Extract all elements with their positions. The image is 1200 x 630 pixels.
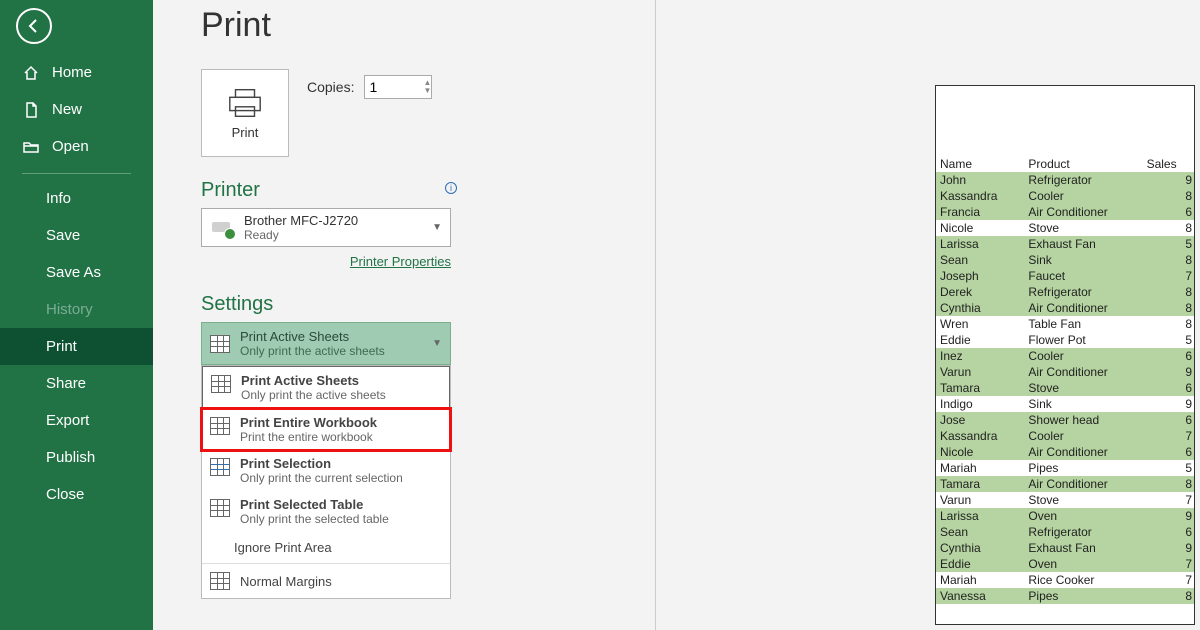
table-row: IndigoSink9 bbox=[936, 396, 1194, 412]
table-row: LarissaExhaust Fan5 bbox=[936, 236, 1194, 252]
table-row: EddieFlower Pot5 bbox=[936, 332, 1194, 348]
table-row: FranciaAir Conditioner6 bbox=[936, 204, 1194, 220]
nav-separator bbox=[22, 173, 131, 174]
copies-spinner[interactable]: ▲ ▼ bbox=[364, 75, 432, 99]
table-row: MariahRice Cooker7 bbox=[936, 572, 1194, 588]
table-row: LarissaOven9 bbox=[936, 508, 1194, 524]
backstage-sidebar: Home New Open Info Save Save As History … bbox=[0, 0, 153, 630]
print-what-dropdown[interactable]: Print Active Sheets Only print the activ… bbox=[201, 322, 451, 365]
printer-name: Brother MFC-J2720 bbox=[244, 213, 432, 228]
table-row: JosephFaucet7 bbox=[936, 268, 1194, 284]
chevron-down-icon: ▼ bbox=[432, 222, 442, 233]
table-row: MariahPipes5 bbox=[936, 460, 1194, 476]
table-row: NicoleAir Conditioner6 bbox=[936, 444, 1194, 460]
nav-publish[interactable]: Publish bbox=[0, 439, 153, 476]
nav-export[interactable]: Export bbox=[0, 402, 153, 439]
document-icon bbox=[22, 102, 40, 118]
print-button-label: Print bbox=[232, 125, 259, 140]
printer-status: Ready bbox=[244, 228, 432, 242]
table-row: KassandraCooler7 bbox=[936, 428, 1194, 444]
preview-table: Name Product Sales JohnRefrigerator9Kass… bbox=[936, 156, 1194, 604]
sheet-grid-icon bbox=[210, 335, 230, 353]
table-row: InezCooler6 bbox=[936, 348, 1194, 364]
table-row: TamaraAir Conditioner8 bbox=[936, 476, 1194, 492]
nav-label: New bbox=[52, 101, 82, 118]
copies-label: Copies: bbox=[307, 79, 354, 95]
nav-print[interactable]: Print bbox=[0, 328, 153, 365]
option-print-entire-workbook[interactable]: Print Entire WorkbookPrint the entire wo… bbox=[202, 409, 450, 450]
table-row: CynthiaAir Conditioner8 bbox=[936, 300, 1194, 316]
sheet-grid-icon bbox=[210, 458, 230, 476]
printer-status-icon bbox=[210, 218, 234, 238]
table-row: CynthiaExhaust Fan9 bbox=[936, 540, 1194, 556]
spin-down-icon[interactable]: ▼ bbox=[424, 87, 432, 95]
folder-open-icon bbox=[22, 139, 40, 155]
option-print-active-sheets[interactable]: Print Active SheetsOnly print the active… bbox=[202, 366, 450, 409]
option-print-selected-table[interactable]: Print Selected TableOnly print the selec… bbox=[202, 491, 450, 532]
print-preview: Name Product Sales JohnRefrigerator9Kass… bbox=[935, 85, 1195, 625]
print-what-options: Print Active SheetsOnly print the active… bbox=[201, 365, 451, 599]
info-icon[interactable]: i bbox=[445, 182, 457, 194]
nav-info[interactable]: Info bbox=[0, 180, 153, 217]
print-button[interactable]: Print bbox=[201, 69, 289, 157]
option-ignore-print-area[interactable]: Ignore Print Area bbox=[202, 532, 450, 564]
nav-label: Home bbox=[52, 64, 92, 81]
nav-close[interactable]: Close bbox=[0, 476, 153, 513]
sheet-grid-icon bbox=[210, 417, 230, 435]
option-print-selection[interactable]: Print SelectionOnly print the current se… bbox=[202, 450, 450, 491]
table-row: VanessaPipes8 bbox=[936, 588, 1194, 604]
margins-icon bbox=[210, 572, 230, 590]
nav-label: Open bbox=[52, 138, 89, 155]
table-row: VarunAir Conditioner9 bbox=[936, 364, 1194, 380]
table-row: SeanSink8 bbox=[936, 252, 1194, 268]
nav-open[interactable]: Open bbox=[0, 128, 153, 165]
chevron-down-icon: ▼ bbox=[432, 338, 442, 349]
table-row: SeanRefrigerator6 bbox=[936, 524, 1194, 540]
copies-input[interactable] bbox=[365, 79, 413, 95]
table-row: NicoleStove8 bbox=[936, 220, 1194, 236]
nav-home[interactable]: Home bbox=[0, 54, 153, 91]
sheet-grid-icon bbox=[210, 499, 230, 517]
printer-properties-link[interactable]: Printer Properties bbox=[350, 254, 451, 269]
page-title: Print bbox=[201, 6, 1200, 45]
nav-history: History bbox=[0, 291, 153, 328]
printer-icon bbox=[226, 87, 264, 119]
nav-save[interactable]: Save bbox=[0, 217, 153, 254]
nav-new[interactable]: New bbox=[0, 91, 153, 128]
table-row: KassandraCooler8 bbox=[936, 188, 1194, 204]
printer-dropdown[interactable]: Brother MFC-J2720 Ready ▼ bbox=[201, 208, 451, 247]
arrow-left-icon bbox=[26, 18, 42, 34]
table-row: WrenTable Fan8 bbox=[936, 316, 1194, 332]
back-button[interactable] bbox=[16, 8, 52, 44]
home-icon bbox=[22, 65, 40, 81]
sheet-grid-icon bbox=[211, 375, 231, 393]
nav-share[interactable]: Share bbox=[0, 365, 153, 402]
table-row: VarunStove7 bbox=[936, 492, 1194, 508]
table-row: DerekRefrigerator8 bbox=[936, 284, 1194, 300]
table-row: JoseShower head6 bbox=[936, 412, 1194, 428]
table-row: JohnRefrigerator9 bbox=[936, 172, 1194, 188]
vertical-divider bbox=[655, 0, 656, 630]
table-row: TamaraStove6 bbox=[936, 380, 1194, 396]
nav-save-as[interactable]: Save As bbox=[0, 254, 153, 291]
margins-dropdown[interactable]: Normal Margins bbox=[202, 564, 450, 598]
table-row: EddieOven7 bbox=[936, 556, 1194, 572]
